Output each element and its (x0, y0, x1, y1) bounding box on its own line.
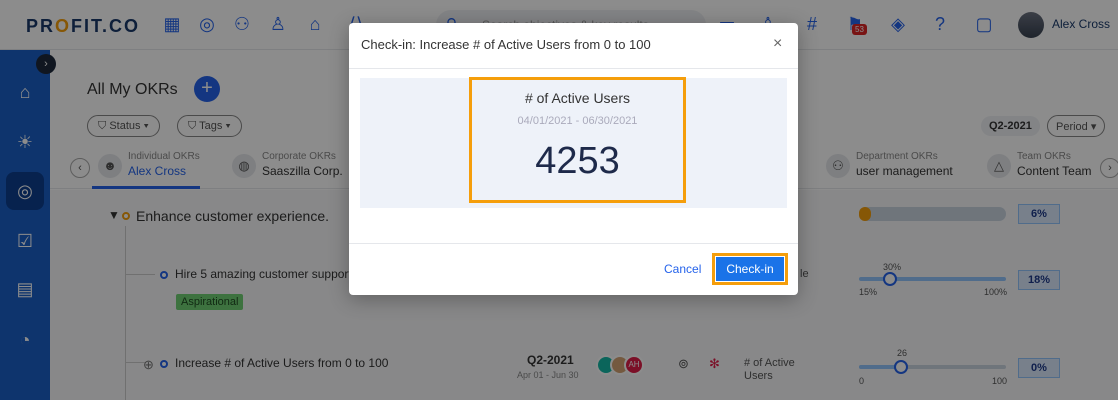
checkin-button[interactable]: Check-in (716, 257, 784, 281)
metric-name: # of Active Users (524, 90, 631, 106)
metric-date-range: 04/01/2021 - 06/30/2021 (517, 115, 638, 127)
checkin-button-highlight: Check-in (712, 253, 788, 285)
metric-value[interactable]: 4253 (472, 140, 683, 183)
modal-title: Check-in: Increase # of Active Users fro… (361, 37, 651, 52)
checkin-modal: Check-in: Increase # of Active Users fro… (349, 23, 798, 295)
cancel-button[interactable]: Cancel (664, 262, 701, 276)
metric-card: # of Active Users 04/01/2021 - 06/30/202… (469, 77, 686, 203)
divider (349, 243, 798, 244)
metric-panel: # of Active Users 04/01/2021 - 06/30/202… (360, 77, 787, 208)
close-icon[interactable]: × (773, 35, 782, 53)
divider (349, 68, 798, 69)
